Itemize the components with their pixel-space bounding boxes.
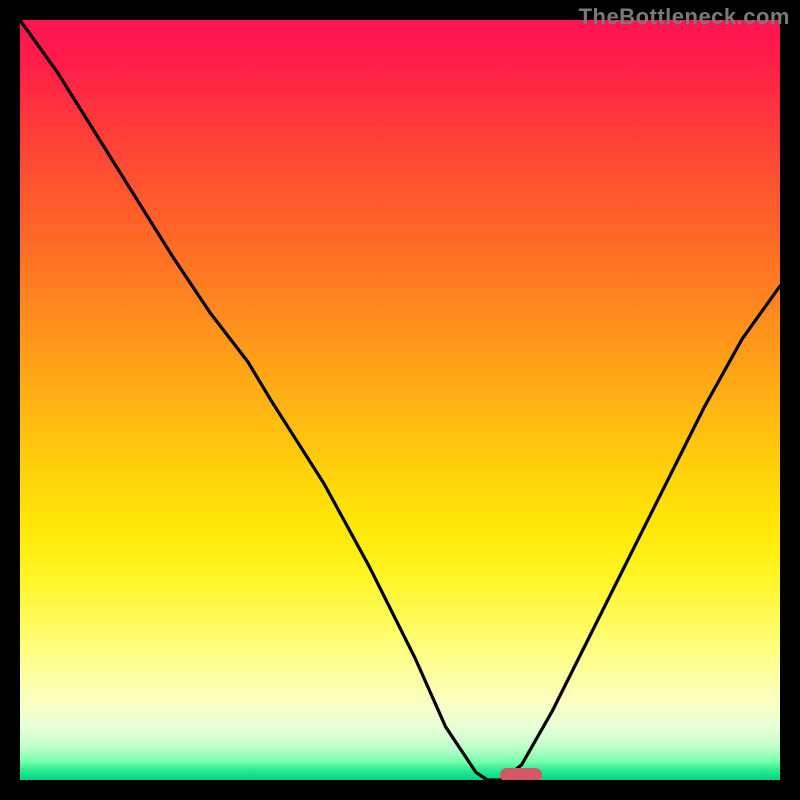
- bottleneck-curve-path: [20, 20, 780, 780]
- optimal-marker: [500, 768, 542, 780]
- plot-area: [20, 20, 780, 780]
- watermark-text: TheBottleneck.com: [579, 4, 790, 30]
- chart-frame: TheBottleneck.com: [0, 0, 800, 800]
- curve-svg: [20, 20, 780, 780]
